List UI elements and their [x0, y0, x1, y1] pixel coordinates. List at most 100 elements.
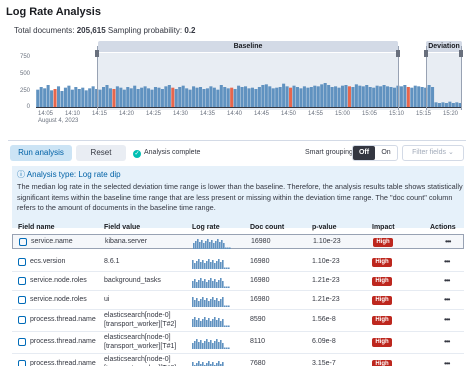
sparkline-bar — [196, 320, 198, 327]
histogram-bar — [50, 90, 54, 107]
sparkline-bar — [218, 361, 220, 366]
histogram-bar — [43, 88, 47, 107]
baseline-start-grip[interactable] — [95, 50, 99, 57]
more-actions-icon[interactable]: ••• — [444, 315, 450, 324]
more-actions-icon[interactable]: ••• — [445, 237, 451, 246]
sparkline-bar — [201, 240, 203, 249]
x-tick: 14:45 — [254, 111, 270, 117]
smart-grouping-on[interactable]: On — [375, 146, 397, 160]
table-row[interactable]: service.node.roles background_tasks 16980 1… — [12, 272, 464, 291]
sparkline-bar — [218, 301, 220, 307]
deviation-label: Deviation — [426, 41, 462, 52]
page-title: Log Rate Analysis — [6, 6, 101, 18]
header-doc-count[interactable]: Doc count — [250, 224, 284, 231]
histogram-bar — [195, 87, 199, 107]
table-row[interactable]: process.thread.name elasticsearch[node-0]… — [12, 354, 464, 366]
sparkline-bar — [204, 317, 206, 327]
x-tick: 14:25 — [146, 111, 162, 117]
header-p-value[interactable]: p-value — [312, 224, 337, 231]
log-rate-sparkline — [192, 361, 224, 366]
smart-grouping-toggle[interactable]: Off On — [352, 145, 398, 161]
histogram-bar — [386, 86, 390, 107]
sparkline-bar — [228, 267, 230, 269]
table-row[interactable]: process.thread.name elasticsearch[node-0]… — [12, 310, 464, 332]
histogram-bar — [389, 87, 393, 107]
more-actions-icon[interactable]: ••• — [444, 295, 450, 304]
table-row[interactable]: service.node.roles ui 16980 1.21e-23 High ••• — [12, 291, 464, 310]
sparkline-bar — [226, 325, 228, 327]
histogram-bar — [185, 88, 189, 107]
sparkline-bar — [219, 242, 221, 249]
histogram-bar — [340, 85, 345, 107]
histogram-bar — [399, 86, 403, 107]
sparkline-bar — [204, 341, 206, 349]
histogram-bar — [379, 86, 383, 107]
doc-count: 16980 — [250, 277, 270, 284]
header-field-value[interactable]: Field value — [104, 224, 140, 231]
sparkline-bar — [204, 263, 206, 269]
histogram-bar — [122, 89, 126, 107]
sparkline-bar — [212, 297, 214, 307]
y-tick: 500 — [19, 71, 30, 77]
reset-button[interactable]: Reset — [76, 145, 126, 161]
deviation-end-grip[interactable] — [459, 50, 463, 57]
impact-badge: High — [372, 338, 392, 347]
run-analysis-button[interactable]: Run analysis — [10, 145, 72, 161]
field-type-icon — [18, 316, 26, 324]
x-tick: 15:20 — [443, 111, 459, 117]
more-actions-icon[interactable]: ••• — [444, 276, 450, 285]
header-log-rate[interactable]: Log rate — [192, 224, 220, 231]
sparkline-bar — [212, 281, 214, 288]
sparkline-bar — [217, 239, 219, 249]
histogram-bar — [323, 83, 327, 107]
sparkline-bar — [220, 299, 222, 307]
sparkline-bar — [222, 260, 224, 269]
log-rate-sparkline — [193, 239, 231, 249]
histogram-bar — [147, 88, 151, 107]
sparkline-bar — [200, 262, 202, 269]
sparkline-bar — [192, 297, 194, 307]
histogram-bar — [271, 88, 275, 107]
histogram-bar — [230, 87, 234, 107]
sparkline-bar — [202, 260, 204, 269]
deviation-start-grip[interactable] — [424, 50, 428, 57]
histogram-bar — [150, 89, 154, 107]
histogram-bar — [410, 87, 414, 107]
table-row[interactable]: service.name kibana.server 16980 1.10e-23 Hi… — [12, 234, 464, 249]
histogram-bar — [406, 87, 410, 107]
header-field-name[interactable]: Field name — [18, 224, 55, 231]
more-actions-icon[interactable]: ••• — [444, 257, 450, 266]
sparkline-bar — [192, 343, 194, 349]
field-value: elasticsearch[node-0] — [104, 356, 171, 363]
sparkline-bar — [214, 341, 216, 349]
sparkline-bar — [206, 320, 208, 327]
sparkline-bar — [198, 318, 200, 327]
histogram-bar — [102, 87, 106, 107]
table-row[interactable]: ecs.version 8.6.1 16980 1.10e-23 High ••• — [12, 253, 464, 272]
more-actions-icon[interactable]: ••• — [444, 359, 450, 366]
more-actions-icon[interactable]: ••• — [444, 337, 450, 346]
table-row[interactable]: process.thread.name elasticsearch[node-0]… — [12, 332, 464, 354]
smart-grouping-off[interactable]: Off — [353, 146, 375, 160]
sparkline-bar — [198, 259, 200, 269]
filter-fields-button[interactable]: Filter fields ⌄ — [402, 145, 464, 161]
header-impact[interactable]: Impact — [372, 224, 395, 231]
sparkline-bar — [198, 280, 200, 288]
histogram-bar — [178, 87, 182, 107]
histogram-bar — [136, 89, 140, 107]
histogram-bar — [112, 89, 116, 107]
baseline-end-grip[interactable] — [396, 50, 400, 57]
sparkline-bar — [202, 343, 204, 349]
histogram-bar — [420, 87, 424, 107]
field-value: elasticsearch[node-0] — [104, 312, 171, 319]
field-name: ecs.version — [30, 258, 66, 265]
histogram-bar — [192, 86, 196, 107]
sparkline-bar — [210, 278, 212, 288]
histogram-bar — [309, 87, 313, 107]
histogram-bar — [299, 88, 303, 107]
sparkline-bar — [229, 247, 231, 249]
total-docs-label: Total documents: — [14, 26, 75, 35]
histogram-bar — [98, 89, 102, 107]
totals-summary: Total documents: 205,615 Sampling probab… — [14, 26, 196, 35]
histogram-bar — [337, 87, 341, 107]
